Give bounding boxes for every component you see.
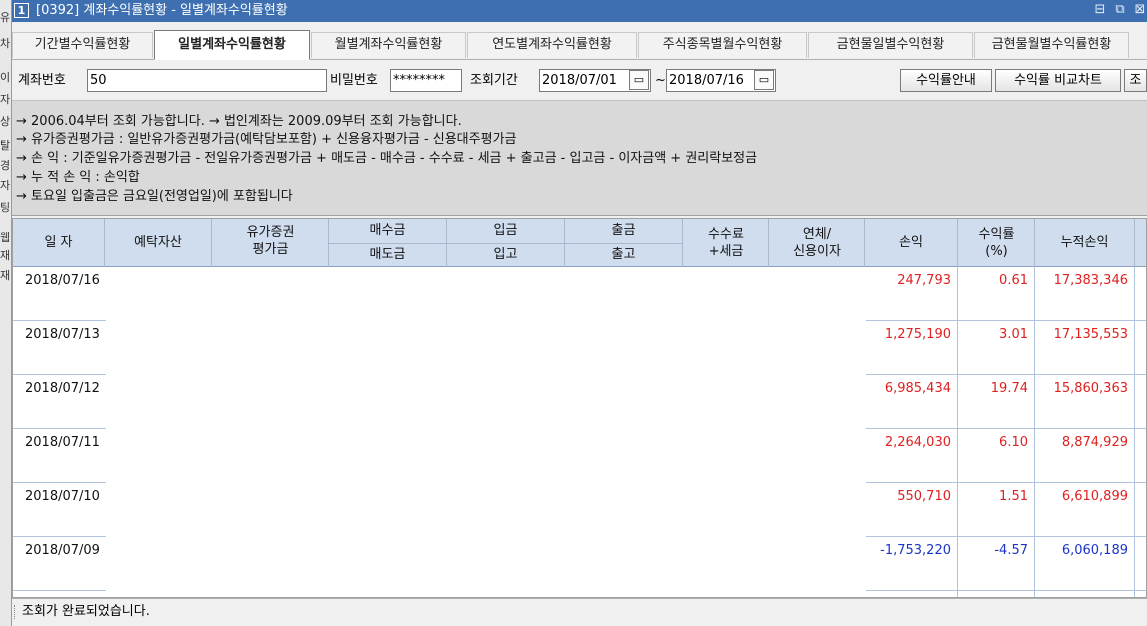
tab-yearly-account-return[interactable]: 연도별계좌수익률현황 [467,32,637,58]
tab-gold-daily-return[interactable]: 금현물일별수익현황 [808,32,973,58]
background-window-char: 유 [0,11,11,24]
note-line: → 토요일 입출금은 금요일(전영업일)에 포함됩니다 [16,189,293,204]
account-return-window: 1 [0392] 계좌수익률현황 - 일별계좌수익률현황 ⊟ ⧉ ⊠ 기간별수익… [12,0,1147,626]
note-line: → 유가증권평가금 : 일반유가증권평가금(예탁담보포함) + 신용융자평가금 … [16,132,517,147]
return-guide-button[interactable]: 수익률안내 [900,69,992,92]
cell-date: 2018/07/13 [25,327,100,342]
cell-rate: 19.74 [958,375,1035,428]
cell-rate: 6.10 [958,429,1035,482]
header-pnl: 손익 [865,219,958,267]
cell-pnl: -1,753,220 [865,537,958,590]
redacted-area [106,267,866,597]
background-window-char: 재 [0,249,11,262]
tab-period-return[interactable]: 기간별수익률현황 [12,32,153,58]
cell-pnl: 6,468,377 [865,591,958,597]
background-window-char: 자 [0,93,11,106]
background-window-char: 이 [0,71,11,84]
cell-pnl: 247,793 [865,267,958,320]
close-icon[interactable]: ⊠ [1132,2,1147,18]
cell-cumulative-pnl: 8,874,929 [1035,429,1135,482]
background-window-char: 탈 [0,139,11,152]
header-fee-line1: 수수료 [708,227,744,242]
tab-stock-monthly-return[interactable]: 주식종목별월수익현황 [638,32,807,58]
header-deposit-in: 입금 [447,219,565,243]
cell-date: 2018/07/06 [13,591,105,597]
header-interest-line2: 신용이자 [793,244,841,259]
tab-strip: 기간별수익률현황 일별계좌수익률현황 월별계좌수익률현황 연도별계좌수익률현황 … [12,30,1147,60]
cell-rate: 20.31 [958,591,1035,597]
maximize-icon[interactable]: ⧉ [1112,2,1128,18]
status-message: 조회가 완료되었습니다. [22,604,150,619]
header-deposit-assets: 예탁자산 [105,219,212,267]
header-cumulative-pnl: 누적손익 [1035,219,1135,267]
header-stock-out: 출고 [565,243,683,267]
cell-pnl: 2,264,030 [865,429,958,482]
cell-cumulative-pnl: 7,813,409 [1035,591,1135,597]
header-fee-line2: +세금 [708,244,744,259]
header-sell-amount: 매도금 [329,243,447,267]
header-rate-line2: (%) [985,244,1008,259]
cell-date: 2018/07/12 [25,381,100,396]
tab-gold-monthly-return[interactable]: 금현물월별수익률현황 [974,32,1129,58]
cell-date: 2018/07/11 [25,435,100,450]
query-button[interactable]: 조 [1124,69,1147,92]
cell-date: 2018/07/10 [25,489,100,504]
header-securities-line2: 평가금 [252,242,289,257]
header-date: 일 자 [13,219,105,267]
cell-pnl: 6,985,434 [865,375,958,428]
period-label: 조회기간 [470,73,518,88]
header-stock-in: 입고 [447,243,565,267]
notes-panel: → 2006.04부터 조회 가능합니다. → 법인계좌는 2009.09부터 … [12,100,1147,216]
cell-rate: 3.01 [958,321,1035,374]
table-header: 일 자 예탁자산 유가증권 평가금 매수금 매도금 입금 입고 출금 출고 수수… [13,219,1146,267]
background-window-char: 차 [0,37,11,50]
status-grip [14,605,17,619]
note-line: → 2006.04부터 조회 가능합니다. → 법인계좌는 2009.09부터 … [16,114,462,129]
background-window-char: 경 [0,159,11,172]
cell-rate: 0.61 [958,267,1035,320]
tab-daily-account-return[interactable]: 일별계좌수익률현황 [154,30,310,60]
background-window-char: 재 [0,269,11,282]
header-buy-amount: 매수금 [329,219,447,243]
background-window-char: 상 [0,115,11,128]
cell-cumulative-pnl: 17,383,346 [1035,267,1135,320]
cell-cumulative-pnl: 6,610,899 [1035,483,1135,536]
cell-rate: -4.57 [958,537,1035,590]
background-window-char: 웹 [0,231,11,244]
cell-pnl: 550,710 [865,483,958,536]
note-line: → 누 적 손 익 : 손익합 [16,170,140,185]
cell-rate: 1.51 [958,483,1035,536]
calendar-icon[interactable]: ▭ [754,70,774,90]
cell-cumulative-pnl: 17,135,553 [1035,321,1135,374]
header-interest-line1: 연체/ [802,227,832,242]
title-bar: 1 [0392] 계좌수익률현황 - 일별계좌수익률현황 ⊟ ⧉ ⊠ [12,0,1147,22]
return-compare-chart-button[interactable]: 수익률 비교차트 [995,69,1121,92]
search-bar: 계좌번호 50 비밀번호 ******** 조회기간 2018/07/01 ▭ … [12,64,1147,98]
date-range-separator: ~ [655,73,666,88]
cell-cumulative-pnl: 15,860,363 [1035,375,1135,428]
background-window-strip: 유차이자상탈경자팅웹재재 [0,0,12,626]
cell-date: 2018/07/09 [25,543,100,558]
window-number-badge: 1 [14,3,29,18]
background-window-char: 자 [0,179,11,192]
restore-icon[interactable]: ⊟ [1092,2,1108,18]
header-withdraw: 출금 [565,219,683,243]
cell-pnl: 1,275,190 [865,321,958,374]
cell-date: 2018/07/16 [25,273,100,288]
calendar-icon[interactable]: ▭ [629,70,649,90]
note-line: → 손 익 : 기준일유가증권평가금 - 전일유가증권평가금 + 매도금 - 매… [16,151,758,166]
daily-return-table: 일 자 예탁자산 유가증권 평가금 매수금 매도금 입금 입고 출금 출고 수수… [12,218,1147,598]
cell-cumulative-pnl: 6,060,189 [1035,537,1135,590]
window-title: [0392] 계좌수익률현황 - 일별계좌수익률현황 [36,3,288,18]
header-securities-line1: 유가증권 [246,225,295,240]
password-field[interactable]: ******** [390,69,462,92]
password-label: 비밀번호 [330,73,378,88]
account-number-field[interactable]: 50 [87,69,327,92]
tab-monthly-account-return[interactable]: 월별계좌수익률현황 [311,32,466,58]
account-label: 계좌번호 [18,73,66,88]
background-window-char: 팅 [0,201,11,214]
status-bar: 조회가 완료되었습니다. [12,598,1147,626]
header-rate-line1: 수익률 [978,227,1015,242]
